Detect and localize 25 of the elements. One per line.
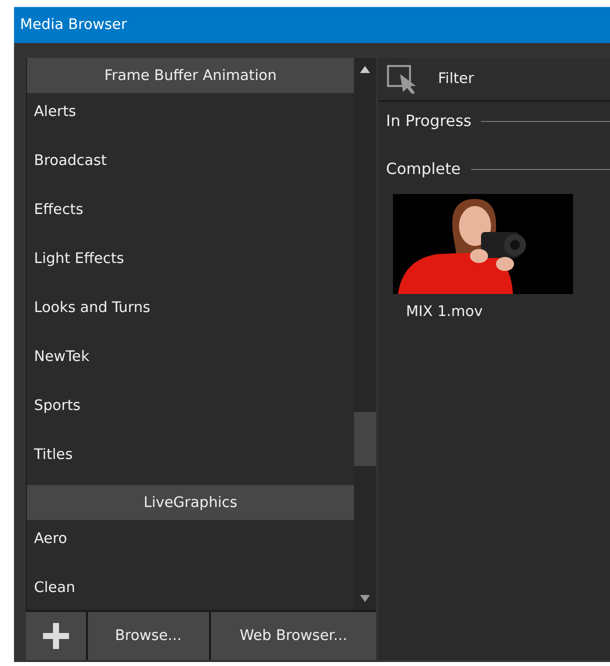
scroll-down-icon[interactable] <box>359 594 371 604</box>
category-item[interactable]: Looks and Turns <box>27 289 354 338</box>
filter-label: Filter <box>438 71 474 87</box>
scroll-up-icon[interactable] <box>359 64 371 74</box>
scrollbar[interactable] <box>354 58 376 610</box>
category-item[interactable]: Light Effects <box>27 240 354 289</box>
section-title: Complete <box>386 160 461 178</box>
category-item[interactable]: Aero <box>27 520 354 569</box>
category-item[interactable]: Effects <box>27 191 354 240</box>
scrollbar-thumb[interactable] <box>354 412 376 466</box>
clip-name: MIX 1.mov <box>406 304 484 320</box>
add-button[interactable] <box>26 612 86 660</box>
browse-button[interactable]: Browse... <box>88 612 209 660</box>
category-header: Frame Buffer Animation <box>27 58 354 93</box>
category-item[interactable]: Broadcast <box>27 142 354 191</box>
category-item[interactable]: Titles <box>27 436 354 485</box>
plus-icon <box>42 623 69 649</box>
category-item[interactable]: NewTek <box>27 338 354 387</box>
category-item[interactable]: Sports <box>27 387 354 436</box>
section-title: In Progress <box>386 112 472 130</box>
web-browser-button[interactable]: Web Browser... <box>210 612 376 660</box>
category-header: LiveGraphics <box>27 485 354 520</box>
category-item[interactable]: Alerts <box>27 93 354 142</box>
category-item[interactable]: Clean <box>27 569 354 610</box>
window-title: Media Browser <box>14 7 610 43</box>
